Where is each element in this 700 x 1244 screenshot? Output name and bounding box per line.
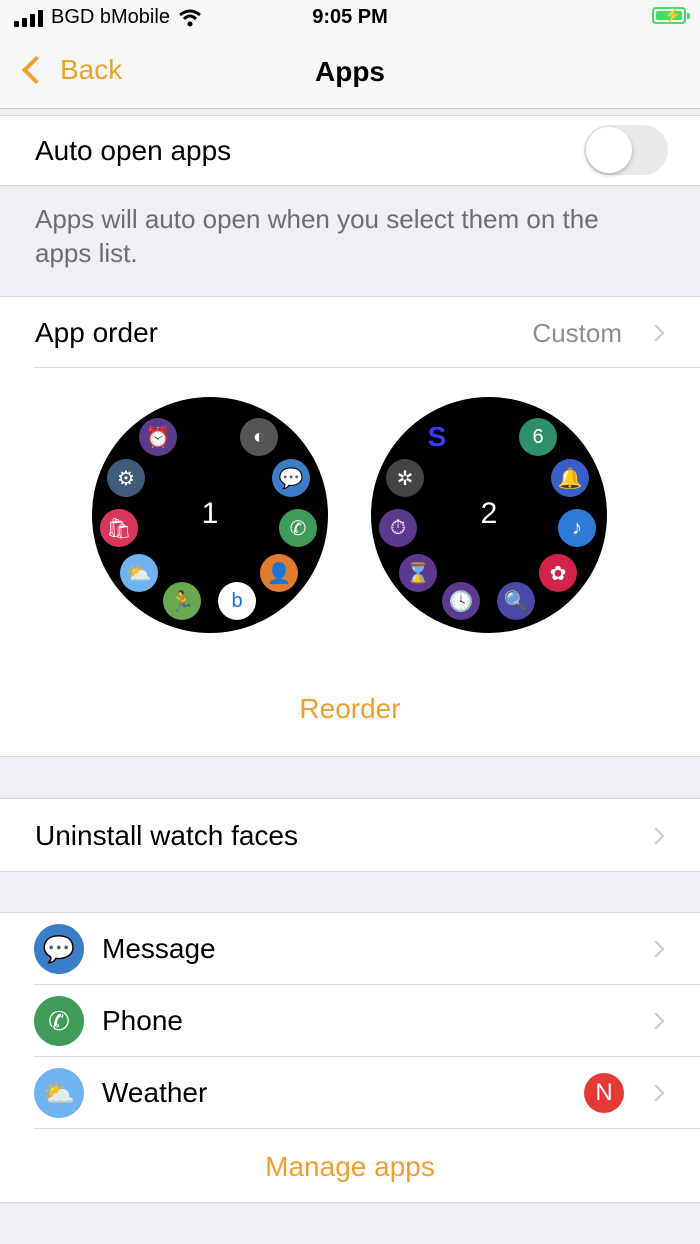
watch-page-2[interactable]: 2 S 6 ✲ 🔔 ⏱ ♪ ⌛ ✿ 🕓 🔍 bbox=[371, 397, 607, 633]
phone-icon: ✆ bbox=[34, 996, 84, 1046]
bixby-icon: b bbox=[218, 582, 256, 620]
settings-icon: ⚙ bbox=[107, 459, 145, 497]
world-clock-icon: 🕓 bbox=[442, 582, 480, 620]
new-badge: N bbox=[584, 1073, 624, 1113]
chevron-right-icon bbox=[647, 940, 665, 958]
status-time: 9:05 PM bbox=[312, 6, 388, 28]
pinwheel-icon: ✲ bbox=[386, 459, 424, 497]
app-order-section: App order Custom 1 ⏰ ◐ ⚙ 💬 🛍 ✆ ⛅ 👤 🏃 b 2… bbox=[0, 297, 700, 756]
reorder-button[interactable]: Reorder bbox=[0, 693, 700, 725]
bell-icon: 🔔 bbox=[551, 459, 589, 497]
hourglass-icon: ⌛ bbox=[399, 554, 437, 592]
health-icon: 🏃 bbox=[163, 582, 201, 620]
stopwatch-icon: ⏱ bbox=[379, 509, 417, 547]
auto-open-label: Auto open apps bbox=[35, 135, 232, 166]
weather-icon: ⛅ bbox=[34, 1068, 84, 1118]
music-icon: ♪ bbox=[558, 509, 596, 547]
phone-icon: ✆ bbox=[279, 509, 317, 547]
auto-open-toggle[interactable] bbox=[584, 125, 668, 175]
auto-open-footnote: Apps will auto open when you select them… bbox=[35, 204, 599, 268]
chevron-right-icon bbox=[647, 1012, 665, 1030]
circles-icon: ◐ bbox=[240, 418, 278, 456]
apps-list: 💬 Message ✆ Phone ⛅ Weather N Manage app… bbox=[0, 913, 700, 1202]
message-icon: 💬 bbox=[272, 459, 310, 497]
chevron-right-icon bbox=[647, 324, 665, 342]
gallery-icon: ✿ bbox=[539, 554, 577, 592]
page-title: Apps bbox=[315, 56, 385, 87]
contacts-icon: 👤 bbox=[260, 554, 298, 592]
uninstall-label: Uninstall watch faces bbox=[35, 820, 299, 851]
app-name: Phone bbox=[102, 1005, 183, 1036]
auto-open-row: Auto open apps bbox=[0, 115, 700, 185]
alarm-icon: ⏰ bbox=[139, 418, 177, 456]
find-phone-icon: 🔍 bbox=[497, 582, 535, 620]
app-name: Weather bbox=[102, 1077, 208, 1108]
app-order-row[interactable]: App order Custom bbox=[0, 297, 700, 367]
app-row-phone[interactable]: ✆ Phone bbox=[0, 985, 700, 1057]
watch-page-1[interactable]: 1 ⏰ ◐ ⚙ 💬 🛍 ✆ ⛅ 👤 🏃 b bbox=[92, 397, 328, 633]
uninstall-watch-faces-row[interactable]: Uninstall watch faces bbox=[0, 799, 700, 871]
message-icon: 💬 bbox=[34, 924, 84, 974]
status-bar: BGD bMobile 9:05 PM ⚡ bbox=[0, 0, 700, 36]
chevron-right-icon bbox=[647, 827, 665, 845]
battery-icon: ⚡ bbox=[652, 7, 690, 24]
chevron-right-icon bbox=[647, 1084, 665, 1102]
app-order-value: Custom bbox=[532, 318, 622, 348]
app-name: Message bbox=[102, 933, 216, 964]
weather-icon: ⛅ bbox=[120, 554, 158, 592]
navigation-bar: Back Apps bbox=[0, 36, 700, 109]
manage-apps-button[interactable]: Manage apps bbox=[0, 1151, 700, 1183]
samsung-s-icon: S bbox=[418, 418, 456, 456]
calendar-icon: 6 bbox=[519, 418, 557, 456]
store-icon: 🛍 bbox=[100, 509, 138, 547]
app-row-message[interactable]: 💬 Message bbox=[0, 913, 700, 985]
app-row-weather[interactable]: ⛅ Weather N bbox=[0, 1057, 700, 1129]
app-order-label: App order bbox=[35, 317, 158, 348]
